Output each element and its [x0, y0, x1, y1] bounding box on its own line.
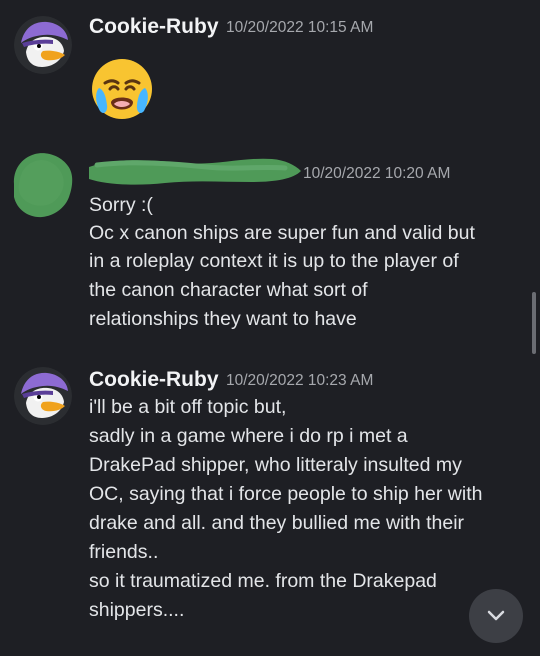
message-line: i'll be a bit off topic but,	[89, 396, 287, 418]
author-name[interactable]: Cookie-Ruby	[89, 15, 219, 39]
avatar[interactable]	[14, 16, 72, 74]
duck-avatar-icon	[14, 367, 72, 425]
redacted-username-icon	[89, 158, 301, 185]
message-line: so it traumatized me. from the Drakepad	[89, 570, 437, 592]
scrollbar-thumb[interactable]	[532, 292, 536, 354]
chevron-down-icon	[487, 610, 505, 621]
timestamp: 10/20/2022 10:23 AM	[226, 372, 374, 389]
message-line: Sorry :(	[89, 194, 153, 216]
message-line: DrakePad shipper, who litteraly insulted…	[89, 454, 462, 476]
message-line: the canon character what sort of	[89, 279, 368, 301]
message-line: drake and all. and they bullied me with …	[89, 512, 465, 534]
message-1: Cookie-Ruby 10/20/2022 10:15 AM	[0, 0, 540, 135]
loudly-crying-face-icon	[89, 56, 155, 122]
message-line: friends..	[89, 541, 159, 563]
avatar[interactable]	[14, 367, 72, 425]
message-line: relationships they want to have	[89, 308, 357, 330]
timestamp: 10/20/2022 10:15 AM	[226, 19, 374, 36]
duck-avatar-icon	[14, 16, 72, 74]
message-line: Oc x canon ships are super fun and valid…	[89, 222, 475, 244]
message-3: Cookie-Ruby 10/20/2022 10:23 AM i'll be …	[0, 350, 540, 656]
message-2: 10/20/2022 10:20 AM Sorry :( Oc x canon …	[0, 135, 540, 350]
message-line: shippers....	[89, 599, 185, 621]
timestamp: 10/20/2022 10:20 AM	[303, 165, 451, 182]
redacted-avatar[interactable]	[10, 150, 76, 222]
redacted-username[interactable]	[89, 155, 301, 189]
author-name[interactable]: Cookie-Ruby	[89, 368, 219, 392]
message-line: OC, saying that i force people to ship h…	[89, 483, 483, 505]
message-line: sadly in a game where i do rp i met a	[89, 425, 408, 447]
message-line: in a roleplay context it is up to the pl…	[89, 250, 459, 272]
redacted-avatar-icon	[13, 153, 73, 218]
jump-to-present-button[interactable]	[469, 589, 523, 643]
